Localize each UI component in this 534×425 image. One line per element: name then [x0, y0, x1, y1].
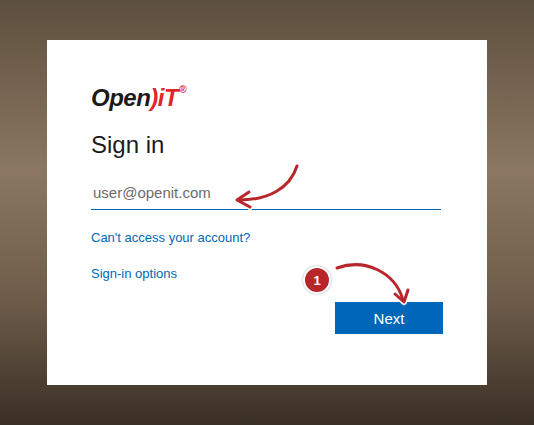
- sign-in-title: Sign in: [91, 130, 443, 160]
- links: Can't access your account? Sign-in option…: [91, 230, 443, 282]
- openit-logo: Open)iT®: [91, 84, 443, 112]
- sign-in-card: Open)iT® Sign in Can't access your account…: [47, 40, 487, 385]
- account-link[interactable]: Sign-in options: [91, 266, 177, 282]
- next-button[interactable]: Next: [335, 302, 443, 334]
- logo-text: Open: [91, 84, 150, 112]
- sign-in-page: Open)iT® Sign in Can't access your account…: [0, 0, 534, 425]
- annotation-arrows: [47, 40, 487, 385]
- account-link[interactable]: Can't access your account?: [91, 230, 250, 246]
- step-badge: 1: [303, 266, 331, 294]
- arrow-outline: [237, 166, 408, 302]
- actions: Next: [91, 302, 443, 334]
- email-input[interactable]: [91, 176, 441, 210]
- logo-text: )iT: [150, 84, 178, 112]
- logo-text: ®: [179, 84, 186, 96]
- arrow-icon: [237, 166, 408, 302]
